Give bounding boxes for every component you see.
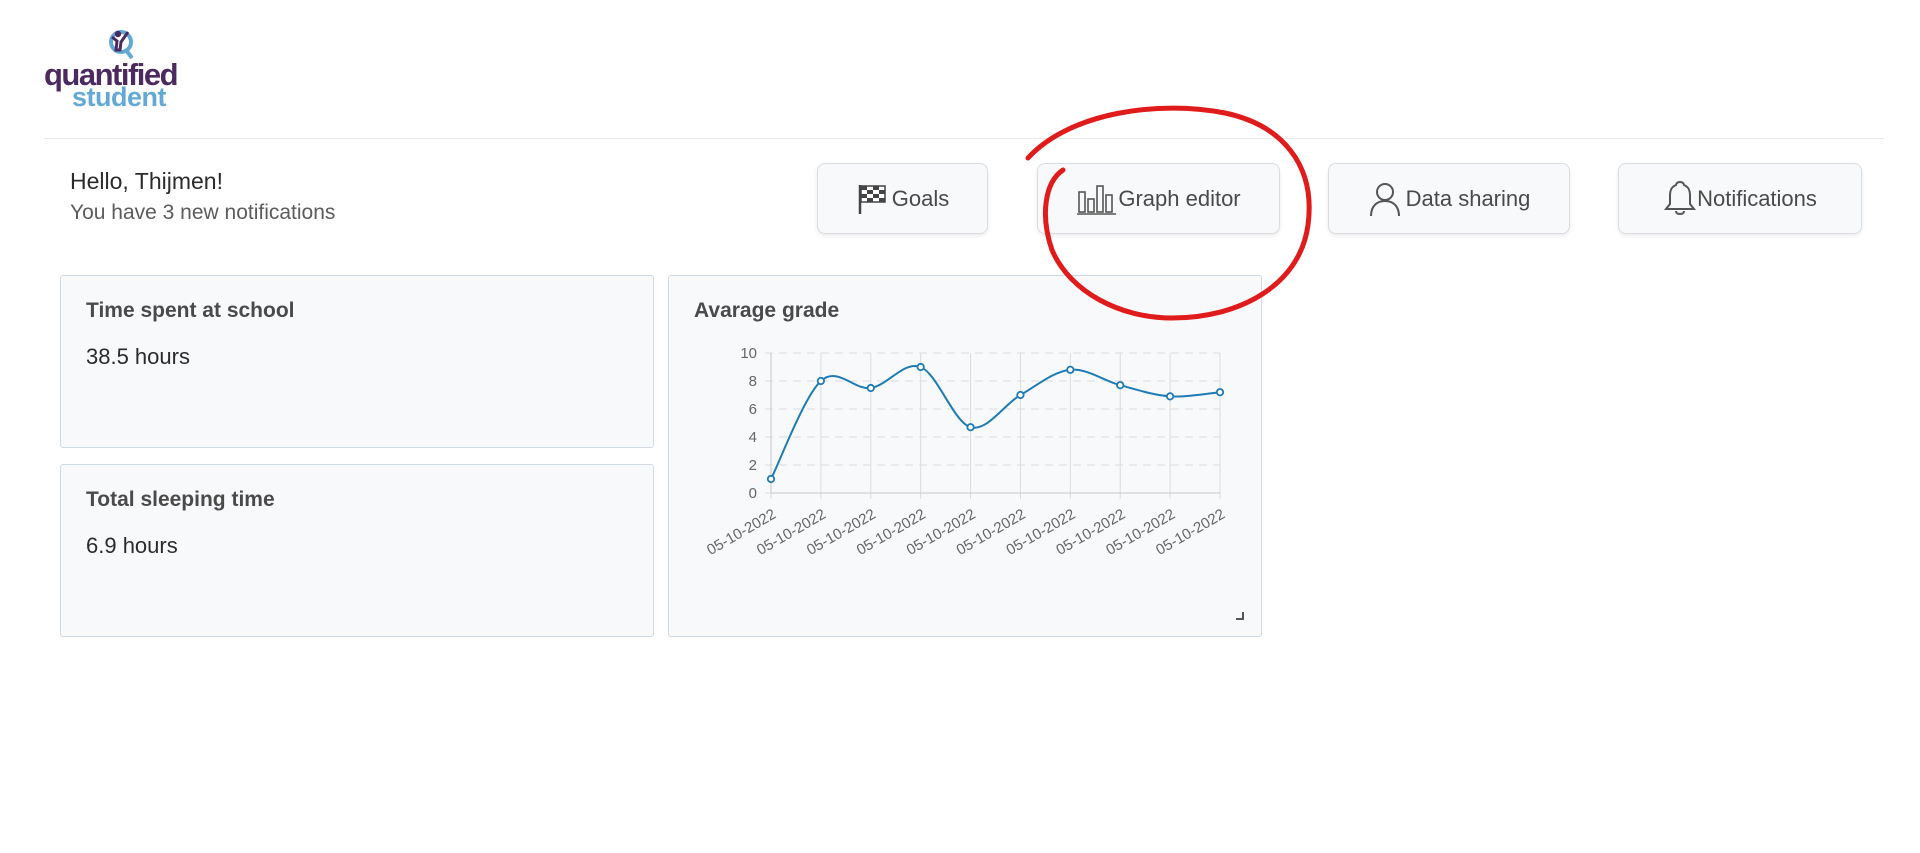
goals-label: Goals (891, 185, 950, 211)
data-point (816, 376, 825, 386)
y-tick-label: 4 (749, 429, 757, 446)
card-title: Total sleeping time (86, 488, 275, 511)
y-tick-label: 2 (749, 457, 757, 474)
y-tick-label: 6 (749, 401, 757, 418)
graph-editor-button[interactable]: Graph editor (1037, 163, 1280, 234)
notifications-button[interactable]: Notifications (1618, 163, 1862, 234)
y-tick-label: 8 (749, 373, 757, 390)
card-average-grade[interactable]: Avarage grade 0 2 4 6 8 10 05-10-2022 05-10-202… (668, 275, 1262, 637)
notification-count-text: You have 3 new notifications (70, 201, 336, 224)
goals-button[interactable]: Goals (817, 163, 988, 234)
average-grade-chart: 024681005-10-202205-10-202205-10-202205-… (704, 345, 1228, 559)
greeting: Hello, Thijmen! You have 3 new notificat… (70, 166, 335, 228)
app-header: quantified student (44, 24, 1884, 139)
greeting-hello: Hello, Thijmen! (70, 168, 223, 194)
card-value: 6.9 hours (86, 533, 178, 558)
data-point (1166, 392, 1175, 401)
card-title: Time spent at school (86, 299, 295, 322)
graph-editor-label: Graph editor (1118, 185, 1241, 211)
notifications-label: Notifications (1697, 185, 1817, 211)
resize-handle[interactable] (1236, 612, 1244, 620)
data-point (1215, 388, 1225, 397)
data-point (1016, 390, 1025, 400)
checkered-flag-icon (858, 184, 886, 214)
card-time-at-school[interactable]: Time spent at school 38.5 hours (60, 275, 654, 448)
data-sharing-button[interactable]: Data sharing (1328, 163, 1570, 234)
card-sleeping-time[interactable]: Total sleeping time 6.9 hours (60, 464, 654, 637)
bar-chart-icon (1077, 184, 1117, 215)
series-line (770, 364, 1221, 480)
data-point (866, 383, 875, 393)
y-tick-label: 10 (740, 345, 757, 362)
quantified-student-logo[interactable]: quantified student (44, 28, 194, 114)
data-point (766, 474, 776, 484)
data-point (966, 423, 975, 432)
data-point (1116, 381, 1125, 390)
data-point (916, 362, 925, 372)
bell-icon (1663, 180, 1697, 215)
person-icon (1369, 182, 1400, 216)
y-tick-label: 0 (749, 485, 757, 502)
card-value: 38.5 hours (86, 344, 190, 369)
logo-text-student: student (72, 82, 167, 112)
data-point (1066, 365, 1075, 374)
data-sharing-label: Data sharing (1405, 185, 1531, 211)
